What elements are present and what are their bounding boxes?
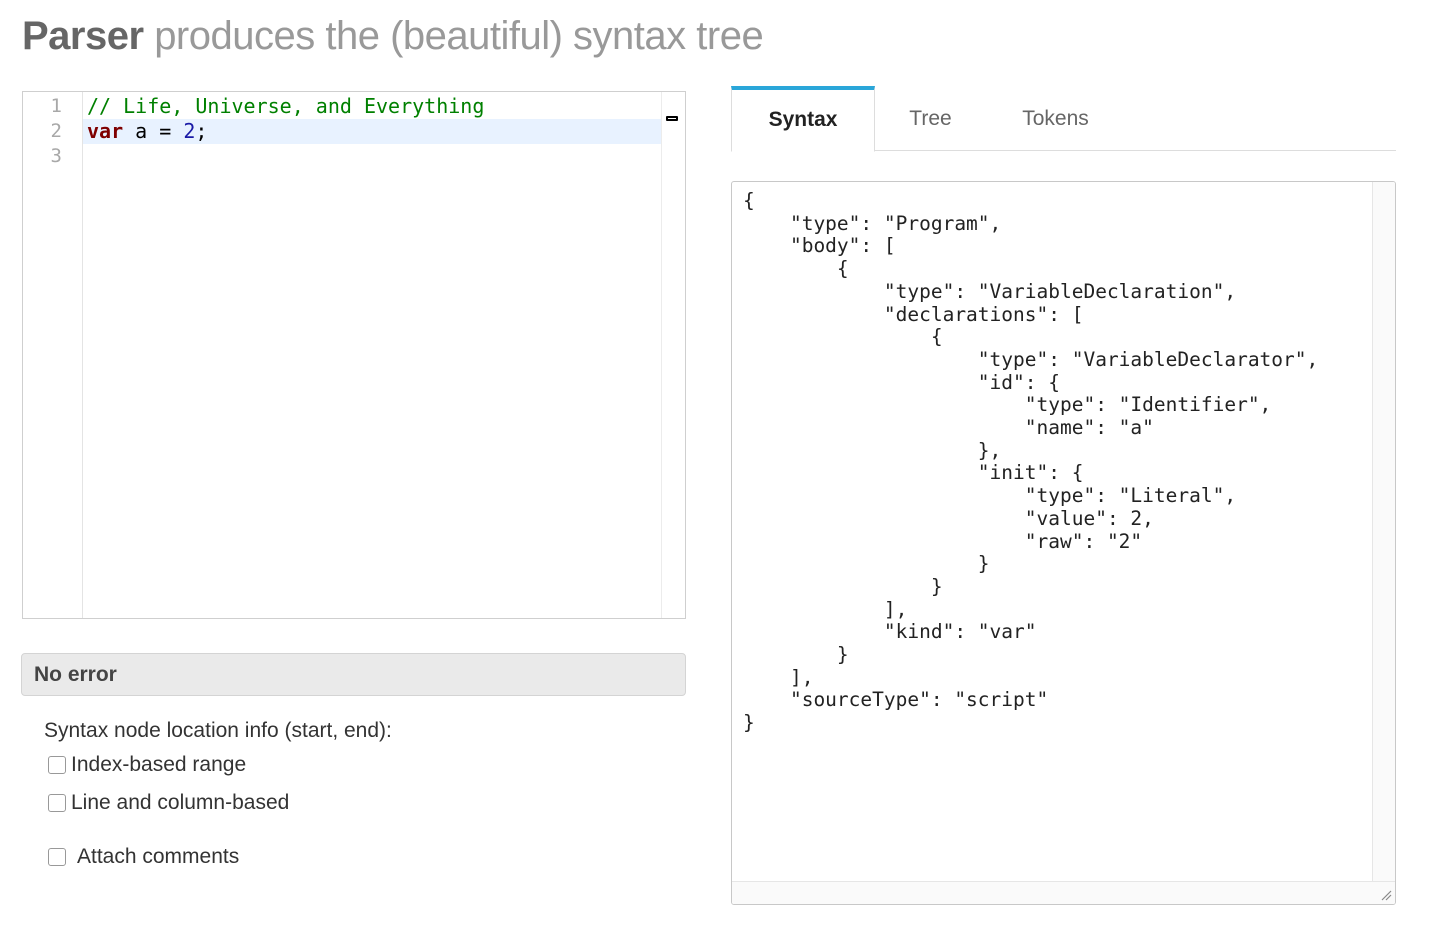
attach-comments-option[interactable]: Attach comments <box>48 845 239 869</box>
index-range-checkbox[interactable] <box>48 756 66 774</box>
editor-scrollbar[interactable] <box>661 92 685 618</box>
page-title: Parser produces the (beautiful) syntax t… <box>22 14 764 59</box>
syntax-json-output[interactable]: { "type": "Program", "body": [ { "type":… <box>743 189 1365 735</box>
scroll-marker-icon <box>666 116 678 121</box>
line-column-label: Line and column-based <box>71 791 290 814</box>
code-keyword: var <box>87 119 124 143</box>
index-range-option[interactable]: Index-based range <box>48 753 246 777</box>
attach-comments-checkbox[interactable] <box>48 848 66 866</box>
resize-grip-icon[interactable] <box>1380 889 1392 901</box>
output-vertical-scrollbar[interactable] <box>1372 182 1395 904</box>
tab-syntax[interactable]: Syntax <box>731 86 875 152</box>
page-title-rest: produces the (beautiful) syntax tree <box>154 14 764 58</box>
code-editor[interactable]: 1 2 3 // Life, Universe, and Everything … <box>22 91 686 619</box>
line-number-gutter: 1 2 3 <box>23 92 83 618</box>
tab-tokens[interactable]: Tokens <box>986 86 1125 151</box>
location-info-label: Syntax node location info (start, end): <box>44 719 392 742</box>
page-title-bold: Parser <box>22 14 144 58</box>
tab-tree[interactable]: Tree <box>875 86 986 151</box>
code-semicolon: ; <box>195 119 208 143</box>
index-range-label: Index-based range <box>71 753 247 776</box>
code-line-2[interactable]: var a = 2; <box>83 119 661 144</box>
attach-comments-label: Attach comments <box>77 845 240 868</box>
code-area[interactable]: // Life, Universe, and Everything var a … <box>83 92 661 618</box>
code-comment: // Life, Universe, and Everything <box>87 94 485 118</box>
code-line-3[interactable] <box>83 144 661 169</box>
code-text: a = <box>123 119 184 143</box>
line-number: 2 <box>50 120 62 142</box>
line-column-checkbox[interactable] <box>48 794 66 812</box>
output-horizontal-scrollbar[interactable] <box>732 881 1395 904</box>
output-tabs: Syntax Tree Tokens <box>731 86 1396 152</box>
code-number: 2 <box>183 119 196 143</box>
line-column-option[interactable]: Line and column-based <box>48 791 289 815</box>
error-status-banner: No error <box>21 653 686 696</box>
code-line-1[interactable]: // Life, Universe, and Everything <box>83 94 661 119</box>
syntax-output-panel[interactable]: { "type": "Program", "body": [ { "type":… <box>731 181 1396 905</box>
line-number: 1 <box>50 95 62 117</box>
line-number: 3 <box>50 145 62 167</box>
